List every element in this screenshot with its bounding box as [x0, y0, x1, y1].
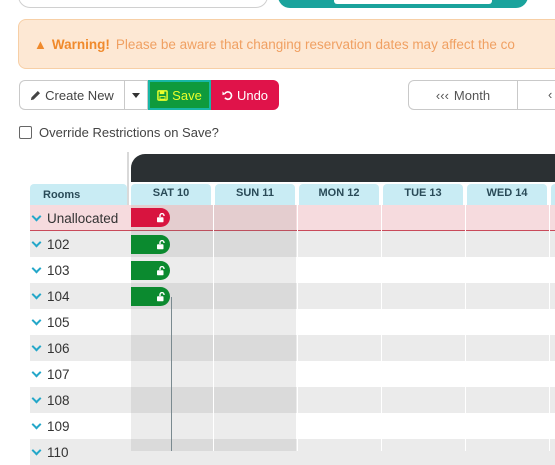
room-label: 108 [47, 392, 70, 408]
unlock-icon [157, 291, 165, 301]
chevron-down-icon[interactable] [31, 289, 42, 300]
chevron-down-icon[interactable] [31, 211, 42, 222]
room-label: 102 [47, 236, 70, 252]
chevron-down-icon[interactable] [31, 393, 42, 404]
calendar-month-band [131, 154, 555, 182]
chevron-down-icon[interactable] [31, 367, 42, 378]
top-action-group[interactable] [278, 0, 528, 8]
search-input[interactable] [18, 0, 268, 8]
create-options-dropdown[interactable] [124, 80, 148, 110]
day-header-wed-14[interactable]: WED 14 [467, 184, 547, 205]
room-row-107[interactable]: 107 [30, 361, 130, 387]
triple-chevron-left-icon: ‹‹‹ [435, 87, 449, 103]
warning-triangle-icon: ▲ [34, 36, 47, 52]
column-divider [297, 205, 298, 451]
chevron-down-icon[interactable] [31, 315, 42, 326]
room-label: 109 [47, 418, 70, 434]
room-row-103[interactable]: 103 [30, 257, 130, 283]
undo-icon [222, 90, 233, 100]
warning-banner: ▲ Warning! Please be aware that changing… [18, 19, 555, 69]
pencil-icon [31, 90, 41, 100]
rooms-column-header: Rooms [30, 184, 127, 205]
column-divider [213, 205, 214, 451]
reservation-drag-line [171, 297, 172, 451]
day-header-sat-10[interactable]: SAT 10 [131, 184, 211, 205]
chevron-down-icon[interactable] [31, 419, 42, 430]
day-header-tue-13[interactable]: TUE 13 [383, 184, 463, 205]
day-header-sun-11[interactable]: SUN 11 [215, 184, 295, 205]
room-label: 104 [47, 288, 70, 304]
reservation-bar-102[interactable] [131, 235, 170, 254]
chevron-down-icon[interactable] [31, 341, 42, 352]
day-header-next[interactable] [551, 184, 555, 205]
undo-label: Undo [236, 87, 269, 103]
create-new-button[interactable]: Create New [19, 80, 124, 110]
room-row-unallocated[interactable]: Unallocated [30, 205, 130, 231]
previous-period-button[interactable]: ‹ [517, 80, 555, 110]
room-row-110[interactable]: 110 [30, 439, 130, 465]
column-divider [549, 205, 550, 451]
room-label: 107 [47, 366, 70, 382]
create-new-label: Create New [45, 87, 114, 103]
room-row-102[interactable]: 102 [30, 231, 130, 257]
reservation-bar-unallocated[interactable] [131, 208, 170, 227]
save-label: Save [172, 87, 202, 103]
caret-down-icon [132, 92, 140, 98]
top-action-field[interactable] [334, 0, 492, 4]
unlock-icon [157, 212, 165, 222]
room-row-104[interactable]: 104 [30, 283, 130, 309]
chevron-down-icon[interactable] [31, 263, 42, 274]
reservation-bar-104[interactable] [131, 287, 170, 306]
room-label: 110 [47, 444, 69, 460]
room-row-108[interactable]: 108 [30, 387, 130, 413]
override-restrictions-label: Override Restrictions on Save? [39, 125, 219, 140]
floppy-disk-icon [157, 89, 168, 101]
room-label: 105 [47, 314, 70, 330]
unlock-icon [157, 265, 165, 275]
column-divider [465, 205, 466, 451]
override-restrictions-checkbox[interactable] [19, 126, 32, 139]
chevron-left-icon: ‹ [548, 87, 553, 102]
override-restrictions-option[interactable]: Override Restrictions on Save? [19, 125, 219, 140]
chevron-down-icon[interactable] [31, 237, 42, 248]
undo-button[interactable]: Undo [211, 80, 279, 110]
save-button[interactable]: Save [148, 80, 211, 110]
room-row-109[interactable]: 109 [30, 413, 130, 439]
day-header-mon-12[interactable]: MON 12 [299, 184, 379, 205]
reservation-bar-103[interactable] [131, 261, 170, 280]
previous-month-button[interactable]: ‹‹‹ Month [408, 80, 518, 110]
warning-label: Warning! [51, 36, 110, 52]
unlock-icon [157, 239, 165, 249]
previous-month-label: Month [453, 87, 491, 103]
room-row-105[interactable]: 105 [30, 309, 130, 335]
room-label: 103 [47, 262, 70, 278]
warning-message: Please be aware that changing reservatio… [115, 36, 515, 52]
room-row-106[interactable]: 106 [30, 335, 130, 361]
room-label: 106 [47, 340, 70, 356]
column-divider [381, 205, 382, 451]
room-label: Unallocated [47, 210, 119, 226]
